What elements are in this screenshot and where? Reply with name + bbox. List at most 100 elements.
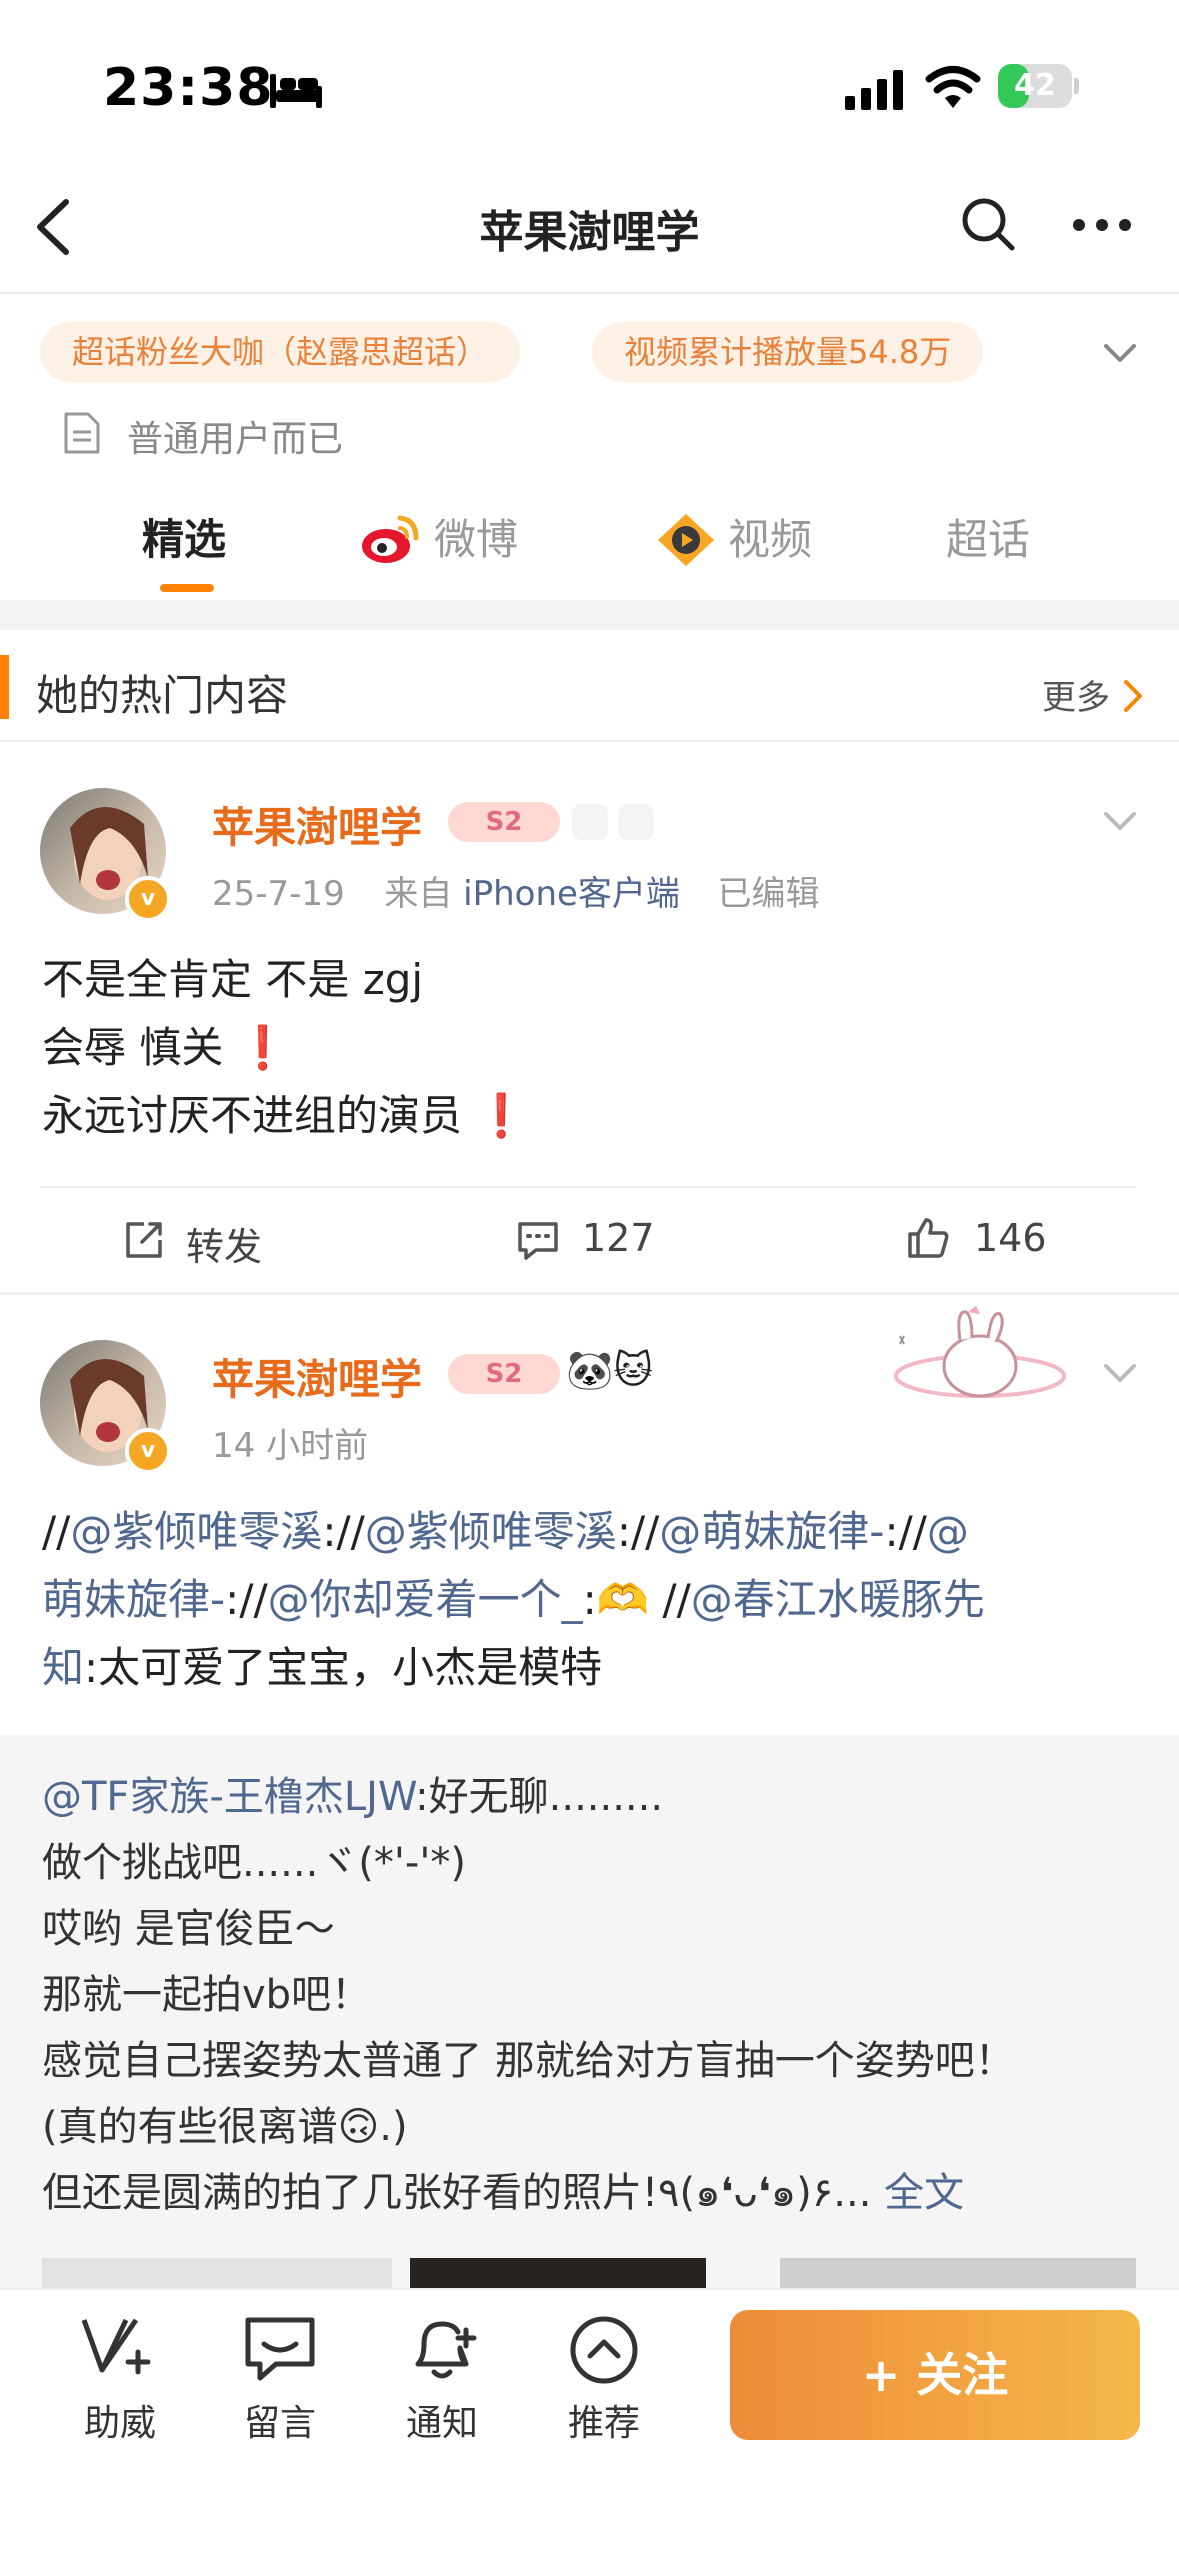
mention-link[interactable]: 知 [42,1643,84,1692]
battery-percent: 42 [1014,68,1056,103]
repost-text: (真的有些很离谱🙃.) [42,2104,408,2150]
exclamation-emoji-icon: ❗ [475,1091,528,1140]
from-prefix: 来自 [384,874,453,914]
text-colon: : [884,1507,899,1556]
section-divider [0,740,1179,742]
text-slash: // [42,1507,71,1556]
profile-doc-icon [64,412,100,454]
comment-count[interactable]: 127 [582,1216,655,1260]
section-accent-bar [0,655,9,719]
expand-chevron-icon[interactable] [1100,332,1140,372]
sleep-focus-icon [270,74,322,108]
notify-label[interactable]: 通知 [372,2394,512,2446]
more-link[interactable]: 更多 [1042,670,1110,719]
mention-link[interactable]: @紫倾唯零溪 [365,1507,617,1556]
post-line: 会辱 慎关 [42,1023,224,1072]
recommend-label[interactable]: 推荐 [534,2394,674,2446]
tab-video[interactable]: 视频 [728,510,812,570]
repost-text: 但还是圆满的拍了几张好看的照片!٩(๑❛ᴗ❛๑)۶... [42,2170,872,2216]
bell-plus-icon[interactable] [404,2312,480,2384]
text-colon: : [225,1575,240,1624]
post-line: 不是全肯定 不是 zgj [42,955,424,1004]
mention-link[interactable]: @春江水暖豚先 [691,1575,985,1624]
comment-icon[interactable] [516,1218,560,1262]
repost-text: 做个挑战吧......ヾ(*'-'*) [42,1840,466,1886]
fan-decoration-icon [572,804,654,840]
fan-level-badge: S2 [448,802,560,842]
text-slash: // [239,1575,268,1624]
post-date: 25-7-19 [212,874,345,914]
text-slash: // [898,1507,927,1556]
cheer-label[interactable]: 助威 [50,2394,190,2446]
more-options-icon[interactable] [1072,218,1132,232]
post-line-with-emoji: 会辱 慎关 ❗ [42,1014,289,1082]
heart-hands-emoji-icon: 🫶 [596,1575,650,1624]
post-time: 14 小时前 [212,1426,369,1466]
mention-link[interactable]: 萌妹旋律- [42,1575,225,1624]
text-colon: : [616,1507,631,1556]
post-meta: 25-7-19 来自 iPhone客户端 已编辑 [212,866,820,915]
message-bubble-icon[interactable] [242,2314,318,2386]
mention-link[interactable]: @萌妹旋律- [659,1507,884,1556]
like-count[interactable]: 146 [974,1216,1047,1260]
section-gap [0,600,1179,630]
text-slash: // [630,1507,660,1556]
mention-link[interactable]: @ [927,1507,969,1556]
repost-icon[interactable] [122,1218,166,1262]
full-text-link[interactable]: 全文 [884,2170,964,2216]
profile-description: 普通用户而已 [127,419,344,460]
post-text-line-2: 萌妹旋律-://@你却爱着一个_:🫶 //@春江水暖豚先 [42,1566,985,1634]
weibo-logo-icon [362,515,419,563]
post-separator [0,1292,1179,1295]
status-time: 23:38 [103,58,274,118]
post-username[interactable]: 苹果澍哩学 [212,794,422,855]
nav-divider [0,292,1179,294]
repost-line: @TF家族-王橹杰LJW:好无聊......... [42,1764,663,1830]
exclamation-emoji-icon: ❗ [236,1023,290,1072]
chevron-right-icon[interactable] [1122,678,1144,714]
like-thumb-icon[interactable] [906,1216,950,1260]
video-play-icon [658,514,714,566]
repost-author-mention[interactable]: @TF家族-王橹杰LJW [42,1774,415,1820]
follow-button[interactable]: + 关注 [730,2310,1140,2440]
post-source[interactable]: iPhone客户端 [463,874,680,914]
views-badge[interactable]: 视频累计播放量54.8万 [592,322,984,382]
post-line: 永远讨厌不进组的演员 [42,1091,463,1140]
repost-text: 哎哟 是官俊臣～ [42,1906,335,1952]
wifi-icon [925,66,981,108]
message-label[interactable]: 留言 [210,2394,350,2446]
cellular-signal-icon [845,70,903,110]
text-slash: // [649,1575,691,1624]
battery-indicator: 42 [998,64,1080,108]
text-colon: : [322,1507,337,1556]
repost-text: 那就一起拍vb吧！ [42,1972,372,2018]
cheer-v-icon[interactable] [80,2314,156,2386]
post-body-text: :太可爱了宝宝，小杰是模特 [84,1643,603,1692]
post-username[interactable]: 苹果澍哩学 [212,1346,422,1407]
post-line-with-emoji: 永远讨厌不进组的演员 ❗ [42,1082,528,1150]
text-colon: : [582,1575,597,1624]
post-text-line-3: 知:太可爱了宝宝，小杰是模特 [42,1634,602,1702]
post-menu-chevron-icon[interactable] [1100,800,1140,840]
tab-weibo[interactable]: 微博 [434,510,518,570]
tab-supertopic[interactable]: 超话 [946,510,1030,570]
bunny-sticker-icon [894,1306,1066,1398]
panda-cat-emoji-icon: 🐼🐱 [566,1348,653,1392]
repost-text: :好无聊......... [415,1774,664,1820]
post-menu-chevron-icon[interactable] [1100,1352,1140,1392]
text-slash: // [336,1507,365,1556]
edited-label: 已编辑 [717,874,820,914]
fan-level-badge: S2 [448,1354,560,1394]
verified-badge-icon: v [125,1428,171,1474]
tab-featured[interactable]: 精选 [142,510,226,570]
section-title: 她的热门内容 [36,671,289,720]
repost-label[interactable]: 转发 [186,1216,262,1271]
repost-text: 感觉自己摆姿势太普通了 那就给对方盲抽一个姿势吧！ [42,2038,1015,2084]
search-icon[interactable] [960,196,1016,252]
mention-link[interactable]: @紫倾唯零溪 [70,1507,322,1556]
fan-badge[interactable]: 超话粉丝大咖（赵露思超话） [40,322,521,382]
mention-link[interactable]: @你却爱着一个_ [268,1575,583,1624]
post-text-line-1: //@紫倾唯零溪://@紫倾唯零溪://@萌妹旋律-://@ [42,1498,969,1566]
chevron-up-circle-icon[interactable] [566,2314,642,2386]
active-tab-indicator [160,584,214,592]
